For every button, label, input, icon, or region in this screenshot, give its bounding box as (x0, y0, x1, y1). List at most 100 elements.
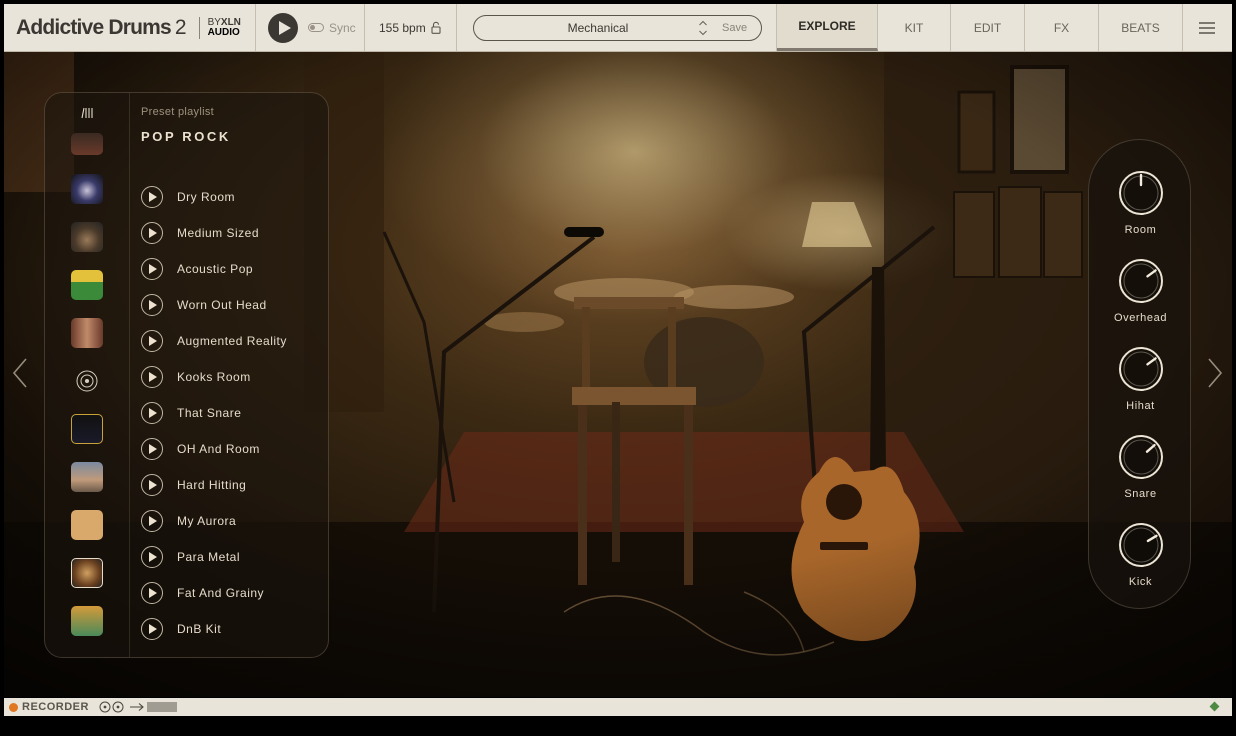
vinyl-record-icon[interactable] (75, 369, 99, 393)
play-preset-button[interactable] (141, 330, 163, 352)
play-icon (149, 444, 157, 454)
snare-knob[interactable] (1116, 432, 1166, 482)
play-preset-button[interactable] (141, 438, 163, 460)
playlist-item[interactable]: Augmented Reality (141, 330, 287, 352)
playlist-item[interactable]: Para Metal (141, 546, 240, 568)
playlist-item[interactable]: Kooks Room (141, 366, 251, 388)
playlist-item-label[interactable]: Acoustic Pop (177, 262, 253, 276)
preset-stepper-icon[interactable] (698, 19, 708, 37)
tape-reels-icon[interactable] (99, 701, 125, 713)
play-preset-button[interactable] (141, 402, 163, 424)
tab-beats[interactable]: BEATS (1099, 4, 1183, 51)
play-button[interactable] (268, 12, 298, 43)
playlist-thumb[interactable] (71, 414, 103, 444)
prev-kit-arrow-icon[interactable] (12, 357, 28, 389)
playlist-thumb[interactable] (71, 133, 103, 155)
sync-toggle[interactable]: Sync (308, 21, 356, 35)
knob-ring (1118, 523, 1163, 567)
play-preset-button[interactable] (141, 618, 163, 640)
knob-overhead: Overhead (1089, 256, 1192, 324)
playlist-item-label[interactable]: That Snare (177, 406, 241, 420)
menu-button[interactable] (1183, 4, 1230, 51)
mic-levels-panel: Room Overhead Hihat Snare Kick (1088, 139, 1191, 609)
playlist-item[interactable]: Fat And Grainy (141, 582, 264, 604)
playlist-item-label[interactable]: My Aurora (177, 514, 236, 528)
hamburger-icon (1198, 21, 1215, 34)
playlist-thumb[interactable] (71, 270, 103, 300)
playlist-item-label[interactable]: Dry Room (177, 190, 235, 204)
knob-snare: Snare (1089, 432, 1192, 500)
playlist-item-label[interactable]: Kooks Room (177, 370, 251, 384)
logo-brand-text: XLN (220, 16, 241, 28)
playlist-thumb[interactable] (71, 606, 103, 636)
tempo-value: 155 bpm (379, 20, 426, 35)
lock-icon[interactable] (431, 21, 441, 34)
logo-title: Addictive Drums (16, 15, 172, 39)
playlist-thumb[interactable] (71, 222, 103, 252)
tab-explore[interactable]: EXPLORE (777, 4, 878, 51)
kick-knob[interactable] (1116, 520, 1166, 570)
drag-arrow-icon[interactable] (129, 702, 145, 712)
logo-brand: BYXLN AUDIO (208, 16, 241, 38)
playlist-thumb[interactable] (71, 510, 103, 540)
playlist-item[interactable]: OH And Room (141, 438, 260, 460)
recorder-label[interactable]: RECORDER (22, 701, 89, 713)
playlist-thumb[interactable] (71, 318, 103, 348)
logo-version: 2 (174, 15, 187, 39)
preset-name[interactable]: Mechanical (474, 21, 722, 35)
save-button[interactable]: Save (722, 22, 747, 34)
playlist-item-label[interactable]: DnB Kit (177, 622, 221, 636)
library-icon[interactable] (81, 107, 95, 119)
play-preset-button[interactable] (141, 258, 163, 280)
playlist-item[interactable]: DnB Kit (141, 618, 221, 640)
knob-label: Room (1124, 224, 1157, 236)
playlist-item-label[interactable]: Medium Sized (177, 226, 259, 240)
preset-selector-area: Mechanical Save (457, 4, 777, 51)
playlist-item-label[interactable]: Para Metal (177, 550, 240, 564)
play-icon (149, 228, 157, 238)
top-bar: Addictive Drums 2 BYXLN AUDIO Sync 155 b… (4, 4, 1232, 52)
playlist-item-label[interactable]: Fat And Grainy (177, 586, 264, 600)
playlist-thumb[interactable] (71, 462, 103, 492)
playlist-item[interactable]: That Snare (141, 402, 241, 424)
playlist-item[interactable]: Acoustic Pop (141, 258, 253, 280)
next-kit-arrow-icon[interactable] (1207, 357, 1223, 389)
toggle-switch-icon (308, 23, 324, 32)
room-knob[interactable] (1116, 168, 1166, 218)
main-tabs: EXPLORE KIT EDIT FX BEATS (777, 4, 1183, 51)
play-icon (149, 192, 157, 202)
playlist-item[interactable]: Worn Out Head (141, 294, 267, 316)
playlist-item[interactable]: Dry Room (141, 186, 235, 208)
playlist-item-label[interactable]: OH And Room (177, 442, 260, 456)
play-preset-button[interactable] (141, 474, 163, 496)
play-preset-button[interactable] (141, 582, 163, 604)
play-preset-button[interactable] (141, 294, 163, 316)
play-preset-button[interactable] (141, 186, 163, 208)
play-icon (149, 264, 157, 274)
playlist-item-label[interactable]: Augmented Reality (177, 334, 287, 348)
overhead-knob[interactable] (1116, 256, 1166, 306)
tab-fx[interactable]: FX (1025, 4, 1099, 51)
playlist-item-label[interactable]: Hard Hitting (177, 478, 246, 492)
preset-selector[interactable]: Mechanical Save (473, 14, 762, 41)
play-preset-button[interactable] (141, 510, 163, 532)
play-preset-button[interactable] (141, 222, 163, 244)
knob-label: Hihat (1126, 400, 1155, 412)
tab-kit[interactable]: KIT (878, 4, 951, 51)
playlist-item[interactable]: Medium Sized (141, 222, 259, 244)
tab-edit[interactable]: EDIT (951, 4, 1025, 51)
waveform-icon[interactable] (147, 701, 179, 713)
record-indicator-icon[interactable] (9, 702, 18, 712)
hihat-knob[interactable] (1116, 344, 1166, 394)
play-preset-button[interactable] (141, 366, 163, 388)
play-preset-button[interactable] (141, 546, 163, 568)
playlist-item[interactable]: My Aurora (141, 510, 236, 532)
playlist-item-label[interactable]: Worn Out Head (177, 298, 267, 312)
playlist-item[interactable]: Hard Hitting (141, 474, 246, 496)
knob-label: Overhead (1113, 312, 1168, 324)
playlist-thumb[interactable] (71, 558, 103, 588)
play-icon (149, 300, 157, 310)
tempo-field[interactable]: 155 bpm (365, 4, 457, 51)
playlist-subtitle: Preset playlist (141, 106, 214, 118)
playlist-thumb[interactable] (71, 174, 103, 204)
